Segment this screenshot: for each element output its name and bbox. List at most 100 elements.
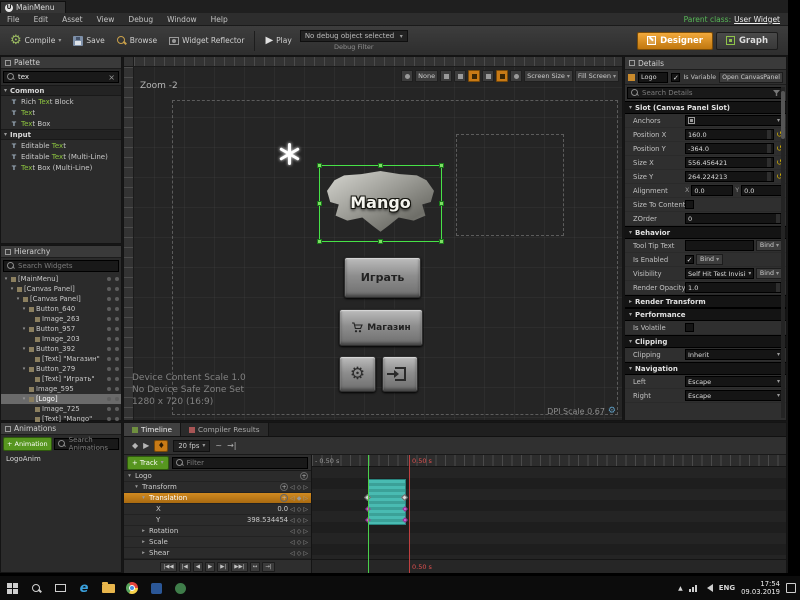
visibility-dropdown[interactable]: Self Hit Test Invisible▾	[685, 268, 754, 279]
add-track-button[interactable]: + Track ▾	[127, 456, 169, 470]
bind-button[interactable]: Bind▾	[696, 254, 723, 265]
add-section-icon[interactable]: +	[280, 483, 288, 491]
menu-item-file[interactable]: File	[0, 13, 27, 25]
hierarchy-row-text[interactable]: [Text] "Магазин"	[1, 354, 121, 364]
menu-item-edit[interactable]: Edit	[27, 13, 56, 25]
pinned-app-button-1[interactable]	[144, 576, 168, 600]
parent-class-link[interactable]: User Widget	[734, 15, 780, 24]
transport-button[interactable]: ↔	[250, 562, 261, 572]
timeline-track-shear[interactable]: ▸Shear◁◇▷	[124, 548, 311, 559]
volume-icon[interactable]	[703, 584, 713, 592]
visibility-icon[interactable]	[107, 407, 111, 411]
pinned-app-button-2[interactable]	[168, 576, 192, 600]
notification-center-button[interactable]	[786, 583, 796, 593]
task-view-button[interactable]	[48, 576, 72, 600]
designer-tab-button[interactable]: Designer	[637, 32, 713, 50]
expander-icon[interactable]: ▾	[21, 366, 27, 372]
filter-icon[interactable]	[773, 90, 780, 96]
palette-item[interactable]: TText Box	[1, 118, 121, 129]
lock-icon[interactable]	[115, 337, 119, 341]
transport-button[interactable]: →|	[262, 562, 274, 572]
next-key-icon[interactable]: ▷	[303, 528, 308, 535]
track-filter[interactable]: Filter	[172, 457, 308, 469]
settings-menu-button-widget[interactable]: ⚙	[339, 356, 376, 392]
details-section-clipping[interactable]: ▾Clipping	[625, 335, 786, 348]
add-key-icon[interactable]: ◆	[297, 495, 302, 502]
timeline-track-transform[interactable]: ▾Transform+◁◇▷	[124, 482, 311, 493]
palette-item[interactable]: TRich Text Block	[1, 96, 121, 107]
bind-button[interactable]: Bind▾	[756, 240, 783, 251]
visibility-icon[interactable]	[107, 367, 111, 371]
previous-key-icon[interactable]: ◁	[290, 517, 295, 524]
lock-icon[interactable]	[115, 317, 119, 321]
timeline-ruler[interactable]: - 0.50 s 0.50 s	[312, 455, 786, 467]
details-header[interactable]: Details	[625, 57, 786, 70]
add-section-icon[interactable]: +	[280, 494, 288, 502]
hierarchy-row-button-640[interactable]: ▾Button_640	[1, 304, 121, 314]
add-key-icon[interactable]: ◇	[297, 517, 302, 524]
lock-icon[interactable]	[115, 287, 119, 291]
hierarchy-row-text[interactable]: [Text] "Играть"	[1, 374, 121, 384]
menu-item-view[interactable]: View	[90, 13, 122, 25]
position-x-field[interactable]: 160.0	[685, 129, 774, 140]
open-canvaspanel-button[interactable]: Open CanvasPanel	[719, 72, 783, 83]
add-section-icon[interactable]: +	[300, 472, 308, 480]
widget-reflector-button[interactable]: Widget Reflector	[163, 33, 250, 48]
is-variable-checkbox[interactable]: ✓	[671, 73, 680, 82]
clock[interactable]: 17:54 09.03.2019	[741, 580, 780, 596]
palette-header[interactable]: Palette	[1, 57, 121, 69]
right-dropdown[interactable]: Escape▾	[685, 390, 783, 401]
go-to-end-icon[interactable]: →|	[227, 441, 236, 450]
taskbar-search-button[interactable]	[24, 576, 48, 600]
add-key-button[interactable]: ◆	[132, 441, 138, 450]
timeline-track-x[interactable]: X0.0◁◇▷	[124, 504, 311, 515]
x-field[interactable]: 0.0	[691, 185, 733, 196]
clear-search-icon[interactable]: ×	[108, 73, 115, 82]
expander-icon[interactable]: ▾	[21, 346, 27, 352]
is-enabled-checkbox[interactable]: ✓	[685, 255, 694, 264]
start-button[interactable]	[0, 576, 24, 600]
resize-handle[interactable]	[378, 239, 383, 244]
visibility-icon[interactable]	[107, 397, 111, 401]
curve-editor-icon[interactable]: ~	[215, 441, 222, 450]
zorder-field[interactable]: 0	[685, 213, 783, 224]
track-filter-input[interactable]: Filter	[187, 459, 204, 467]
left-dropdown[interactable]: Escape▾	[685, 376, 783, 387]
palette-search-input[interactable]: tex	[18, 73, 29, 81]
expander-icon[interactable]: ▾	[15, 296, 21, 302]
expander-icon[interactable]: ▾	[21, 396, 27, 402]
hierarchy-row-canvas-panel[interactable]: ▾[Canvas Panel]	[1, 284, 121, 294]
next-key-icon[interactable]: ▷	[303, 484, 308, 491]
transport-button[interactable]: |◀	[179, 562, 191, 572]
flow-direction-button[interactable]	[454, 70, 466, 82]
next-key-icon[interactable]: ▷	[303, 539, 308, 546]
visibility-icon[interactable]	[107, 417, 111, 421]
lock-icon[interactable]	[115, 277, 119, 281]
details-section-slot-canvas-panel-slot[interactable]: ▾Slot (Canvas Panel Slot)	[625, 101, 786, 114]
clipping-dropdown[interactable]: Inherit▾	[685, 349, 783, 360]
logo-selection-box[interactable]: Mango	[319, 165, 442, 242]
save-button[interactable]: Save	[67, 33, 110, 49]
palette-section-input[interactable]: ▾Input	[1, 129, 121, 140]
network-icon[interactable]	[689, 585, 697, 592]
hierarchy-row-mainmenu[interactable]: ▾[MainMenu]	[1, 274, 121, 284]
y-field[interactable]: 0.0	[741, 185, 783, 196]
play-button[interactable]: ▶ Play	[259, 32, 297, 49]
fill-screen-dropdown[interactable]: Fill Screen ▾	[575, 70, 619, 82]
preview-button[interactable]	[401, 70, 413, 82]
lock-icon[interactable]	[115, 327, 119, 331]
menu-item-asset[interactable]: Asset	[55, 13, 90, 25]
expander-icon[interactable]: ▸	[140, 550, 147, 556]
window-tab[interactable]: U MainMenu	[0, 1, 66, 13]
auto-key-button[interactable]: ♦	[154, 440, 168, 452]
widget-name-field[interactable]: Logo	[638, 72, 668, 83]
hierarchy-row-image-725[interactable]: Image_725	[1, 404, 121, 414]
timeline-track-translation[interactable]: ▾Translation+◁◆▷	[124, 493, 311, 504]
menu-item-window[interactable]: Window	[160, 13, 204, 25]
expander-icon[interactable]: ▾	[21, 326, 27, 332]
screen-size-dropdown[interactable]: Screen Size ▾	[524, 70, 573, 82]
palette-item[interactable]: TEditable Text	[1, 140, 121, 151]
hierarchy-row-logo[interactable]: ▾[Logo]	[1, 394, 121, 404]
exit-menu-button-widget[interactable]	[382, 356, 418, 392]
previous-key-icon[interactable]: ◁	[290, 495, 295, 502]
